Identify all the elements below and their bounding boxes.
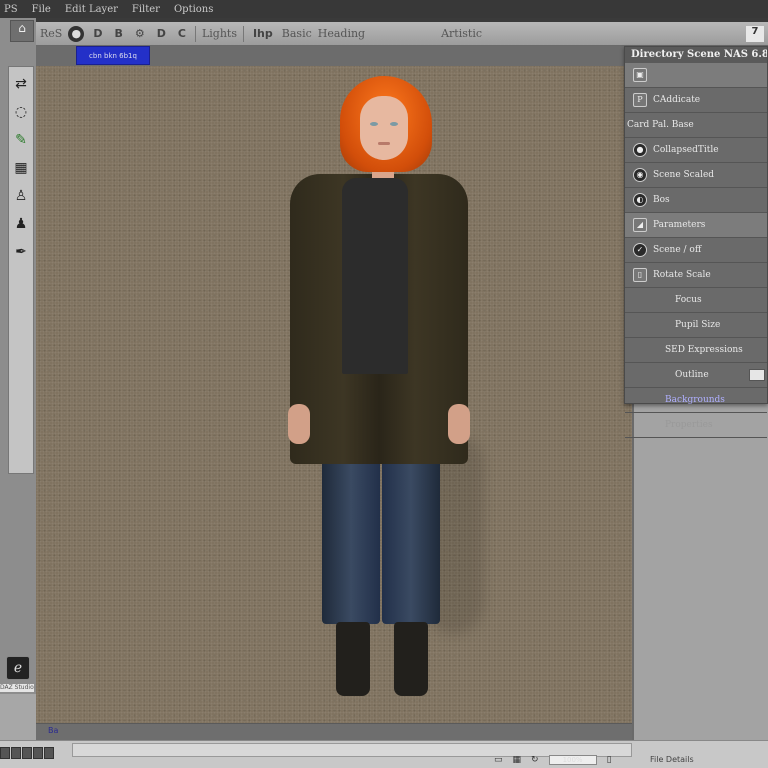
zoom-field[interactable]: 100% — [548, 755, 597, 765]
figure-shirt — [342, 178, 408, 374]
figure-face — [360, 96, 408, 160]
hair-icon: ◐ — [633, 193, 647, 207]
preset-button[interactable]: Ihp — [250, 26, 276, 42]
heading-label[interactable]: Heading — [318, 27, 365, 40]
calendar-icon[interactable]: ▦ — [513, 755, 522, 765]
preset-value[interactable]: Basic — [282, 27, 312, 40]
panel-row[interactable]: SED Expressions — [625, 338, 767, 363]
app-logo-label: DAZ Studio — [0, 684, 34, 692]
panel-row[interactable]: P CAddicate — [625, 88, 767, 113]
panel-row[interactable]: ◉ Scene Scaled — [625, 163, 767, 188]
tool-column: ⇄ ◌ ✎ ▦ ♙ ♟ ✒ — [8, 66, 34, 474]
move-tool-icon[interactable]: ⇄ — [11, 73, 31, 95]
mode-label: ReS — [40, 27, 63, 40]
app-logo-icon: ℯ — [6, 656, 30, 680]
menu-file[interactable]: File — [32, 4, 51, 15]
light-icon: ● — [633, 143, 647, 157]
canvas-footer-label: Ba — [48, 726, 59, 735]
toolbar-divider — [194, 25, 196, 42]
transform-icon[interactable]: ⚙ — [132, 26, 148, 42]
panel-row[interactable]: Backgrounds — [625, 388, 767, 413]
status-button[interactable] — [22, 747, 32, 759]
monitor-icon[interactable]: ▭ — [494, 755, 503, 765]
eye-icon: ◉ — [633, 168, 647, 182]
character-figure[interactable] — [284, 74, 484, 714]
circle-tool-icon[interactable]: ● — [68, 25, 85, 42]
viewport-canvas[interactable] — [36, 66, 632, 723]
status-left-buttons — [0, 747, 72, 761]
brush-tool-icon[interactable]: ✎ — [11, 129, 31, 151]
canvas-footer: Ba — [36, 723, 632, 740]
panel-row[interactable]: Focus — [625, 288, 767, 313]
figure-icon: P — [633, 93, 647, 107]
panel-row[interactable]: Outline — [625, 363, 767, 388]
morph-icon: ✓ — [633, 243, 647, 257]
panel-row[interactable]: ● CollapsedTitle — [625, 138, 767, 163]
node-icon: ▯ — [633, 268, 647, 282]
status-icons: ▭ ▦ ↻ 100% ▯ — [494, 755, 612, 765]
menu-options[interactable]: Options — [174, 4, 213, 15]
panel-row[interactable]: ▣ — [625, 63, 767, 88]
figure-eye — [390, 122, 398, 126]
figure-right-boot — [394, 622, 428, 696]
canvas-area: cbn bkn 6b1q Ba — [36, 46, 632, 740]
panel-row[interactable]: ▯ Rotate Scale — [625, 263, 767, 288]
artistic-label[interactable]: Artistic — [441, 27, 482, 40]
lasso-tool-icon[interactable]: ◌ — [11, 101, 31, 123]
page-icon[interactable]: ▯ — [607, 755, 612, 765]
status-button[interactable] — [0, 747, 10, 759]
file-details-label: File Details — [650, 755, 694, 764]
panel-row[interactable]: ✓ Scene / off — [625, 238, 767, 263]
refresh-icon[interactable]: ↻ — [531, 755, 539, 765]
person-tool-icon[interactable]: ♟ — [11, 213, 31, 235]
panel-row[interactable]: Card Pal. Base — [625, 113, 767, 138]
left-toolbar: ⌂ ⇄ ◌ ✎ ▦ ♙ ♟ ✒ ℯ DAZ Studio — [0, 18, 36, 768]
figure-mouth — [378, 142, 390, 145]
home-icon[interactable]: ⌂ — [10, 20, 34, 42]
panel-row[interactable]: ◐ Bos — [625, 188, 767, 213]
grid-tool-icon[interactable]: ▦ — [11, 157, 31, 179]
panel-row[interactable]: Properties — [625, 413, 767, 438]
pose-icon: ◢ — [633, 218, 647, 232]
pen-tool-icon[interactable]: ✒ — [11, 241, 31, 263]
status-button[interactable] — [33, 747, 43, 759]
status-bar: ▭ ▦ ↻ 100% ▯ File Details — [0, 740, 768, 768]
outline-field[interactable] — [749, 369, 765, 381]
document-icon[interactable]: D — [90, 26, 105, 42]
figure-eye — [370, 122, 378, 126]
menubar: PS File Edit Layer Filter Options — [0, 0, 768, 18]
options-toolbar: ReS ● D B ⚙ D C Lights Ihp Basic Heading… — [36, 22, 768, 46]
panel-row[interactable]: Pupil Size — [625, 313, 767, 338]
figure-left-boot — [336, 622, 370, 696]
bold-icon[interactable]: B — [111, 26, 125, 42]
scene-panel: Directory Scene NAS 6.8 ▣ P CAddicate Car… — [624, 46, 768, 438]
panel-row[interactable]: ◢ Parameters — [625, 213, 767, 238]
figure-tool-icon[interactable]: ♙ — [11, 185, 31, 207]
camera-icon: ▣ — [633, 68, 647, 82]
anchor-icon[interactable]: C — [175, 26, 189, 42]
figure-right-hand — [448, 404, 470, 444]
scene-panel-title: Directory Scene NAS 6.8 — [625, 47, 767, 63]
lights-label[interactable]: Lights — [202, 27, 237, 40]
toolbar-divider — [242, 25, 244, 42]
menu-edit-layer[interactable]: Edit Layer — [65, 4, 118, 15]
menu-app[interactable]: PS — [4, 4, 18, 15]
figure-left-hand — [288, 404, 310, 444]
document-tab[interactable]: cbn bkn 6b1q — [76, 46, 150, 65]
corner-button[interactable]: 7 — [746, 25, 764, 42]
status-button[interactable] — [11, 747, 21, 759]
text-tool-icon[interactable]: D — [154, 26, 169, 42]
status-button[interactable] — [44, 747, 54, 759]
menu-filter[interactable]: Filter — [132, 4, 160, 15]
